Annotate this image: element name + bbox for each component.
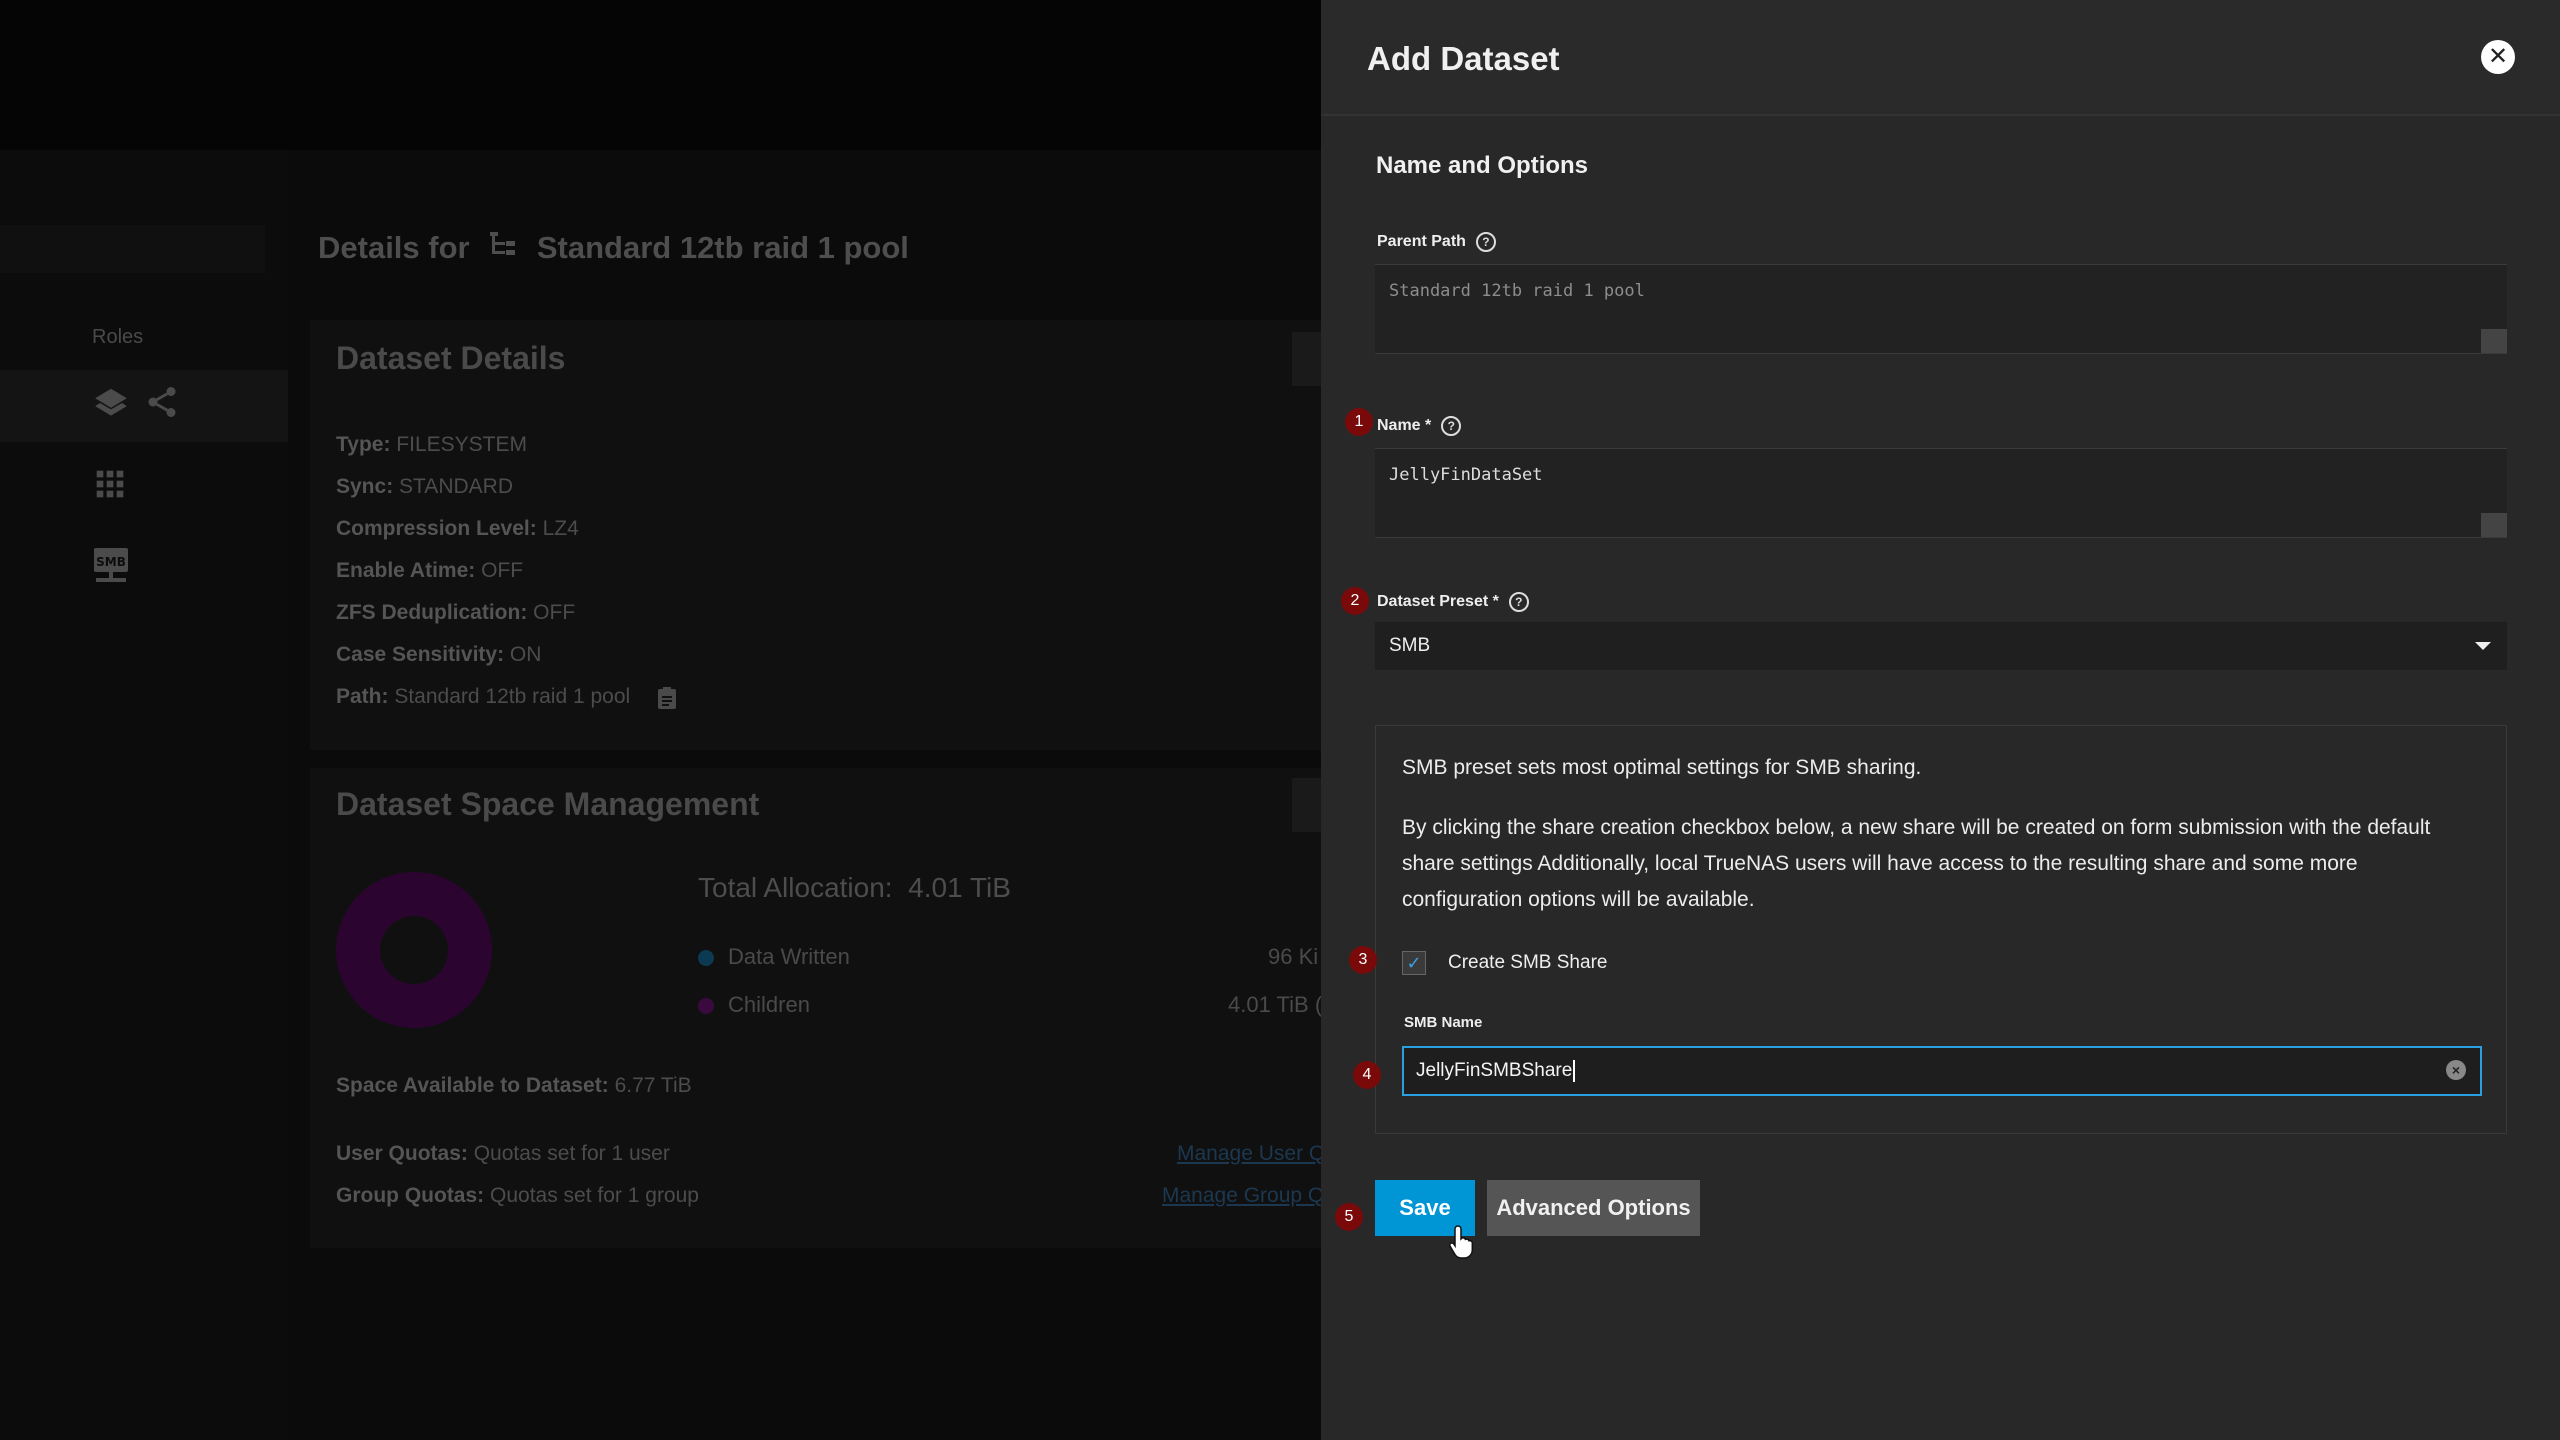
top-bar xyxy=(0,0,1321,151)
legend-dot xyxy=(698,998,714,1015)
parent-path-label: Parent Path? xyxy=(1377,232,1496,252)
pool-name: Standard 12tb raid 1 pool xyxy=(536,230,909,265)
detail-row: Compression Level: LZ4 xyxy=(336,517,579,540)
hand-cursor-icon xyxy=(1448,1224,1478,1269)
dataset-details-edit-button[interactable] xyxy=(1292,332,1322,386)
section-title: Name and Options xyxy=(1376,152,1589,179)
parent-path-field: Standard 12tb raid 1 pool xyxy=(1375,264,2507,354)
step-badge-4: 4 xyxy=(1353,1061,1381,1089)
smb-name-label: SMB Name xyxy=(1404,1014,1483,1031)
space-management-edit-button[interactable] xyxy=(1292,778,1322,832)
user-quotas: User Quotas: Quotas set for 1 user xyxy=(336,1142,670,1165)
panel-title: Add Dataset xyxy=(1367,40,1560,77)
resize-handle[interactable] xyxy=(2481,329,2507,353)
manage-group-quotas-link[interactable]: Manage Group Q xyxy=(1162,1184,1324,1208)
legend-dot xyxy=(698,950,714,967)
dataset-tree-icon xyxy=(488,230,518,266)
preset-info-box: SMB preset sets most optimal settings fo… xyxy=(1375,725,2507,1134)
chevron-down-icon xyxy=(2475,642,2491,650)
name-label: Name *? xyxy=(1377,416,1462,436)
roles-label: Roles xyxy=(92,326,144,348)
preset-info-line2: By clicking the share creation checkbox … xyxy=(1402,816,2431,911)
smb-server-icon: SMB xyxy=(92,546,130,595)
detail-row: ZFS Deduplication: OFF xyxy=(336,601,576,624)
nav-row-smb[interactable]: SMB xyxy=(0,530,288,602)
dataset-preset-label: Dataset Preset *? xyxy=(1377,592,1529,612)
detail-row: Enable Atime: OFF xyxy=(336,559,524,582)
space-management-title: Dataset Space Management xyxy=(336,786,760,822)
step-badge-1: 1 xyxy=(1345,408,1373,436)
detail-row: Case Sensitivity: ON xyxy=(336,643,542,666)
smb-icon-text: SMB xyxy=(96,555,126,569)
help-icon[interactable]: ? xyxy=(1508,592,1529,612)
resize-handle[interactable] xyxy=(2481,513,2507,537)
nav-row-sharing[interactable] xyxy=(0,370,288,442)
create-smb-share-checkbox[interactable]: ✓ xyxy=(1402,951,1426,975)
legend-data-written-value: 96 Ki xyxy=(1268,944,1319,969)
dataset-layers-icon xyxy=(92,384,130,431)
close-icon: ✕ xyxy=(2487,43,2509,70)
total-allocation: Total Allocation: 4.01 TiB xyxy=(698,872,1011,903)
smb-name-input[interactable]: JellyFinSMBShare × xyxy=(1402,1046,2482,1096)
create-smb-share-label: Create SMB Share xyxy=(1448,952,1608,973)
help-icon[interactable]: ? xyxy=(1475,232,1496,252)
legend-children-value: 4.01 TiB ( xyxy=(1228,992,1323,1017)
detail-row: Sync: STANDARD xyxy=(336,475,513,498)
dataset-preset-select[interactable]: SMB xyxy=(1375,622,2507,670)
space-available: Space Available to Dataset: 6.77 TiB xyxy=(336,1074,692,1097)
dataset-preset-value: SMB xyxy=(1389,635,1431,656)
step-badge-3: 3 xyxy=(1349,946,1377,974)
dataset-details-title: Dataset Details xyxy=(336,340,566,376)
preset-info-line1: SMB preset sets most optimal settings fo… xyxy=(1402,756,1922,779)
legend-data-written: Data Written xyxy=(698,944,850,970)
add-dataset-panel: Add Dataset ✕ Name and Options Parent Pa… xyxy=(1321,0,2560,1440)
side-nav xyxy=(0,150,288,1440)
group-quotas: Group Quotas: Quotas set for 1 group xyxy=(336,1184,699,1207)
details-prefix: Details for xyxy=(318,230,470,265)
smb-name-value: JellyFinSMBShare xyxy=(1416,1060,1575,1082)
advanced-options-button[interactable]: Advanced Options xyxy=(1487,1180,1700,1236)
allocation-donut-chart xyxy=(336,872,492,1028)
checkmark-icon: ✓ xyxy=(1406,953,1422,973)
parent-path-value: Standard 12tb raid 1 pool xyxy=(1389,281,1645,301)
clear-icon[interactable]: × xyxy=(2446,1060,2466,1080)
copy-path-icon[interactable] xyxy=(656,686,678,715)
manage-user-quotas-link[interactable]: Manage User Q xyxy=(1177,1142,1325,1166)
share-icon xyxy=(144,384,180,429)
name-value: JellyFinDataSet xyxy=(1389,465,1543,485)
nav-row-apps[interactable] xyxy=(0,450,288,522)
page-title: Details for Standard 12tb raid 1 pool xyxy=(318,230,909,266)
detail-row: Type: FILESYSTEM xyxy=(336,433,527,456)
apps-grid-icon xyxy=(94,468,126,509)
close-button[interactable]: ✕ xyxy=(2481,40,2515,74)
step-badge-2: 2 xyxy=(1341,587,1369,615)
panel-header: Add Dataset ✕ xyxy=(1321,0,2560,116)
help-icon[interactable]: ? xyxy=(1441,416,1462,436)
side-nav-strip xyxy=(0,225,265,273)
name-field[interactable]: JellyFinDataSet xyxy=(1375,448,2507,538)
legend-children: Children xyxy=(698,992,810,1018)
step-badge-5: 5 xyxy=(1335,1203,1363,1231)
detail-row: Path: Standard 12tb raid 1 pool xyxy=(336,685,631,708)
